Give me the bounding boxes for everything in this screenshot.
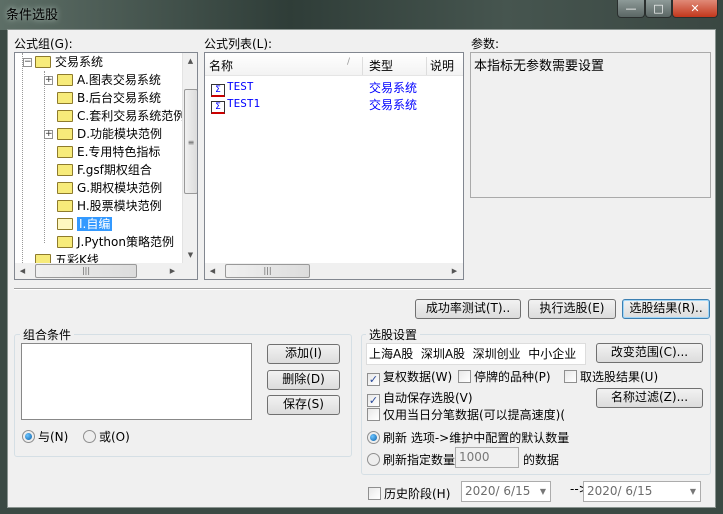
history-from-date[interactable]: 2020/ 6/15 ▼ [461, 481, 551, 502]
folder-icon [57, 182, 73, 194]
checkbox-icon [367, 408, 380, 421]
formula-group-label: 公式组(G): [14, 37, 73, 51]
scroll-down-icon[interactable]: ▼ [183, 247, 197, 263]
tree-item[interactable]: A.图表交易系统 [57, 71, 161, 89]
checkbox-checked-icon: ✓ [367, 373, 380, 386]
take-results-checkbox[interactable]: 取选股结果(U) [564, 368, 658, 385]
dropdown-arrow-icon: ▼ [689, 487, 696, 496]
combo-conditions-title: 组合条件 [20, 326, 75, 343]
tree-item[interactable]: D.功能模块范例 [57, 125, 162, 143]
refresh-count-suffix: 的数据 [523, 453, 560, 467]
name-filter-button[interactable]: 名称过滤(Z)... [596, 388, 703, 408]
checkbox-icon [564, 370, 577, 383]
folder-icon [57, 200, 73, 212]
history-to-date[interactable]: 2020/ 6/15 ▼ [583, 481, 701, 502]
window-title: 条件选股 [6, 8, 59, 23]
add-button[interactable]: 添加(I) [267, 344, 340, 364]
refresh-count-input[interactable]: 1000 [455, 447, 519, 468]
tree-item-trading-system[interactable]: 交易系统 [35, 53, 103, 71]
formula-list[interactable]: 名称 / 类型 说明 Σ TEST 交易系统 Σ TEST1 交易系统 ◀ ||| ▶ [204, 52, 464, 280]
folder-icon [57, 164, 73, 176]
horizontal-scrollbar[interactable]: ◀ ||| ▶ [205, 263, 463, 279]
selection-settings-title: 选股设置 [366, 326, 421, 343]
tree-item[interactable]: E.专用特色指标 [57, 143, 160, 161]
autosave-checkbox[interactable]: ✓ 自动保存选股(V) [367, 389, 473, 407]
params-panel: 本指标无参数需要设置 [470, 52, 711, 198]
save-button[interactable]: 保存(S) [267, 395, 340, 415]
expand-icon[interactable]: + [44, 130, 53, 139]
execute-selection-button[interactable]: 执行选股(E) [528, 299, 616, 319]
radio-icon [367, 453, 380, 466]
scroll-left-icon[interactable]: ◀ [15, 263, 30, 279]
tree-item-selected[interactable]: I.自编 [57, 215, 113, 233]
tree-item[interactable]: F.gsf期权组合 [57, 161, 152, 179]
checkbox-icon [368, 487, 381, 500]
vertical-scrollbar[interactable]: ▲ ≡ ▼ [182, 53, 197, 263]
dropdown-arrow-icon: ▼ [539, 487, 546, 496]
scroll-up-icon[interactable]: ▲ [183, 53, 197, 69]
title-bar [0, 0, 723, 30]
formula-group-tree[interactable]: − 交易系统 + A.图表交易系统 B.后台交易系统 C.套利交易系统范例 + … [14, 52, 198, 280]
expand-icon[interactable]: + [44, 76, 53, 85]
market-scope: 上海A股 深圳A股 深圳创业 中小企业 [366, 343, 586, 365]
folder-icon [57, 146, 73, 158]
or-radio[interactable]: 或(O) [83, 428, 130, 445]
tree-item[interactable]: H.股票模块范例 [57, 197, 162, 215]
radio-selected-icon [22, 430, 35, 443]
formula-list-label: 公式列表(L): [204, 37, 273, 51]
column-type[interactable]: 类型 [369, 57, 427, 75]
table-row[interactable]: Σ TEST 交易系统 [211, 79, 461, 97]
separator [14, 288, 711, 290]
params-label: 参数: [471, 37, 500, 51]
minimize-button[interactable]: — [617, 0, 645, 18]
refresh-count-radio[interactable]: 刷新指定数量 [367, 451, 455, 468]
delete-button[interactable]: 删除(D) [267, 370, 340, 390]
column-description[interactable]: 说明 [430, 57, 454, 74]
scroll-thumb[interactable]: ||| [35, 264, 137, 278]
tick-only-checkbox[interactable]: 仅用当日分笔数据(可以提高速度)( [367, 406, 565, 423]
fuquan-checkbox[interactable]: ✓ 复权数据(W) [367, 368, 452, 386]
history-checkbox[interactable]: 历史阶段(H) [368, 485, 450, 502]
refresh-default-radio[interactable]: 刷新 选项->维护中配置的默认数量 [367, 429, 569, 446]
close-button[interactable]: ✕ [672, 0, 718, 18]
change-range-button[interactable]: 改变范围(C)... [596, 343, 703, 363]
formula-icon: Σ [211, 101, 225, 114]
tree-item[interactable]: J.Python策略范例 [57, 233, 174, 251]
collapse-icon[interactable]: − [23, 58, 32, 67]
folder-icon [57, 110, 73, 122]
table-row[interactable]: Σ TEST1 交易系统 [211, 96, 461, 114]
scroll-right-icon[interactable]: ▶ [447, 263, 462, 279]
radio-selected-icon [367, 431, 380, 444]
radio-icon [83, 430, 96, 443]
and-radio[interactable]: 与(N) [22, 428, 68, 445]
folder-icon [57, 92, 73, 104]
tree-item[interactable]: B.后台交易系统 [57, 89, 161, 107]
tree-item[interactable]: G.期权模块范例 [57, 179, 162, 197]
list-header: 名称 / 类型 说明 [205, 53, 463, 76]
column-name[interactable]: 名称 / [209, 57, 363, 75]
horizontal-scrollbar[interactable]: ◀ ||| ▶ [15, 263, 197, 279]
scroll-thumb[interactable]: ||| [225, 264, 310, 278]
folder-icon [57, 74, 73, 86]
suspended-checkbox[interactable]: 停牌的品种(P) [458, 368, 551, 385]
scroll-left-icon[interactable]: ◀ [205, 263, 220, 279]
selection-results-button[interactable]: 选股结果(R).. [622, 299, 710, 319]
folder-icon [35, 56, 51, 68]
scroll-right-icon[interactable]: ▶ [165, 263, 180, 279]
checkbox-icon [458, 370, 471, 383]
success-rate-test-button[interactable]: 成功率测试(T).. [415, 299, 521, 319]
maximize-button[interactable]: □ [645, 0, 672, 18]
combo-conditions-list[interactable] [21, 343, 252, 420]
tree-item[interactable]: C.套利交易系统范例 [57, 107, 185, 125]
scroll-thumb[interactable]: ≡ [184, 89, 197, 194]
folder-icon [57, 128, 73, 140]
open-folder-icon [57, 218, 73, 230]
folder-icon [57, 236, 73, 248]
